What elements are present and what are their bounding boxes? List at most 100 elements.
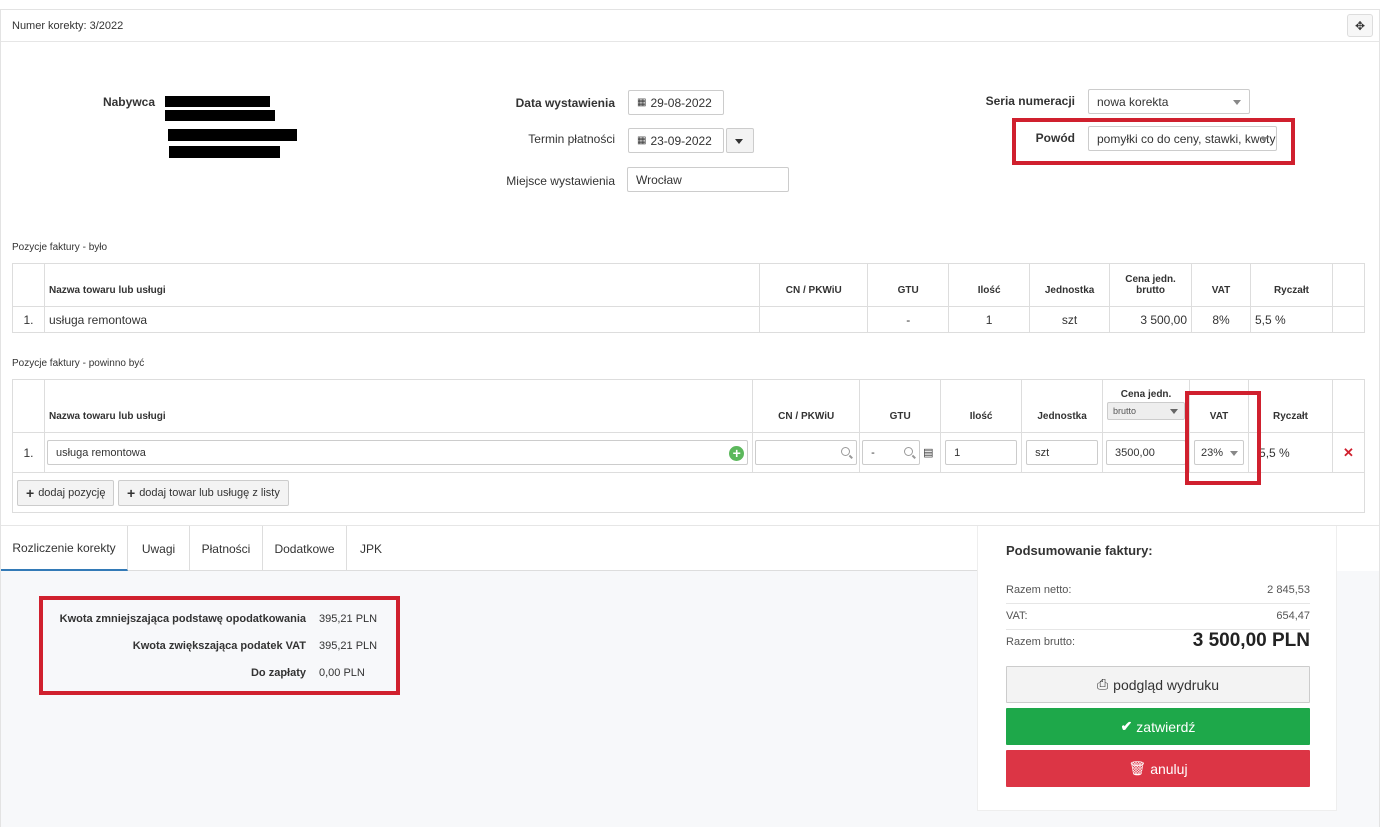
add-circle-icon[interactable]: +	[729, 446, 745, 461]
correction-number-title: Numer korekty: 3/2022	[12, 20, 124, 32]
add-from-list-label: dodaj towar lub usługę z listy	[139, 487, 280, 499]
col-price: Cena jedn. brutto	[1109, 263, 1193, 307]
reason-select[interactable]: pomyłki co do ceny, stawki, kwoty	[1088, 126, 1277, 151]
redacted-buyer-line	[165, 96, 270, 107]
tab-jpk[interactable]: JPK	[347, 526, 395, 571]
unit-input[interactable]: szt	[1026, 440, 1099, 465]
price-type-select[interactable]: brutto	[1107, 402, 1186, 420]
col-name: Nazwa towaru lub usługi	[43, 379, 754, 433]
due-date-input[interactable]: ▦ 23-09-2022	[628, 128, 724, 153]
row-price-cell: 3500,00	[1102, 432, 1191, 473]
col-cn: CN / PKWiU	[759, 263, 869, 307]
tab-additional[interactable]: Dodatkowe	[263, 526, 347, 571]
gtu-search-input[interactable]: -	[862, 440, 921, 465]
add-position-button[interactable]: + dodaj pozycję	[17, 480, 115, 506]
row-name: usługa remontowa	[43, 306, 761, 333]
tab-payments[interactable]: Płatności	[190, 526, 263, 571]
should-section-title: Pozycje faktury - powinno być	[12, 358, 145, 369]
table-row: 1. usługa remontowa - 1 szt 3 500,00 8% …	[12, 306, 1366, 333]
settlement-label: Kwota zmniejszająca podstawę opodatkowan…	[59, 613, 306, 625]
col-no	[12, 263, 45, 307]
tab-settlement[interactable]: Rozliczenie korekty	[1, 526, 128, 571]
col-cn: CN / PKWiU	[752, 379, 861, 433]
reason-label: Powód	[1035, 131, 1075, 145]
settlement-value: 395,21 PLN	[319, 640, 378, 652]
delete-icon[interactable]: ✕	[1343, 445, 1354, 460]
confirm-label: zatwierdź	[1136, 718, 1196, 735]
row-name-cell: usługa remontowa +	[43, 432, 754, 473]
place-input[interactable]: Wrocław	[627, 167, 789, 192]
price-type-value: brutto	[1113, 406, 1137, 416]
form-header: Numer korekty: 3/2022 ✥	[1, 10, 1379, 42]
row-flat: 5,5 %	[1249, 306, 1333, 333]
calendar-icon: ▦	[637, 135, 647, 146]
print-preview-label: podgląd wydruku	[1113, 676, 1220, 693]
summary-title: Podsumowanie faktury:	[1006, 543, 1153, 558]
plus-icon: +	[127, 485, 136, 501]
series-value: nowa korekta	[1097, 94, 1169, 109]
summary-gross-row: Razem brutto: 3 500,00 PLN	[1006, 630, 1310, 651]
col-gtu: GTU	[859, 379, 942, 433]
settlement-label: Do zapłaty	[250, 667, 306, 679]
row-unit-cell: szt	[1021, 432, 1104, 473]
issue-date-label: Data wystawienia	[515, 96, 615, 110]
item-name-value: usługa remontowa	[55, 446, 146, 459]
col-price: Cena jedn. brutto	[1102, 379, 1191, 433]
summary-net-row: Razem netto: 2 845,53	[1006, 584, 1310, 596]
settlement-value: 0,00 PLN	[319, 667, 365, 679]
vat-highlight	[1185, 391, 1261, 485]
search-icon	[904, 447, 914, 456]
item-name-input[interactable]: usługa remontowa +	[46, 440, 749, 465]
move-button[interactable]: ✥	[1347, 14, 1373, 37]
list-icon[interactable]: ▤	[923, 446, 933, 459]
row-cn-cell	[752, 432, 861, 473]
add-from-list-button[interactable]: + dodaj towar lub usługę z listy	[118, 480, 289, 506]
row-no: 1.	[12, 306, 45, 333]
add-position-label: dodaj pozycję	[38, 487, 106, 499]
vat-value: 654,47	[1276, 610, 1310, 622]
place-label: Miejsce wystawienia	[506, 174, 615, 188]
cancel-button[interactable]: 🗑 anuluj	[1006, 750, 1310, 787]
plus-icon: +	[26, 485, 35, 501]
settlement-label: Kwota zwiększająca podatek VAT	[132, 640, 306, 652]
chevron-down-icon	[1233, 100, 1241, 105]
col-flat: Ryczałt	[1248, 379, 1333, 433]
calendar-icon: ▦	[637, 97, 647, 108]
issue-date-input[interactable]: ▦ 29-08-2022	[628, 90, 724, 115]
check-icon: ✔	[1120, 718, 1133, 734]
row-vat: 8%	[1191, 306, 1251, 333]
col-name: Nazwa towaru lub usługi	[43, 263, 761, 307]
col-vat: VAT	[1191, 263, 1251, 307]
was-table: Nazwa towaru lub usługi CN / PKWiU GTU I…	[12, 263, 1366, 333]
buyer-label: Nabywca	[102, 95, 155, 109]
trash-icon: 🗑	[1128, 760, 1147, 776]
row-qty: 1	[948, 306, 1031, 333]
col-no	[12, 379, 45, 433]
qty-input[interactable]: 1	[945, 440, 1018, 465]
series-label: Seria numeracji	[985, 94, 1075, 108]
gross-label: Razem brutto:	[1006, 636, 1076, 648]
chevron-down-icon	[1170, 409, 1179, 414]
table-row: 1. usługa remontowa + - ▤ 1 szt 3500,00 …	[12, 432, 1366, 473]
due-date-dropdown-button[interactable]	[726, 128, 754, 153]
row-cn	[759, 306, 869, 333]
confirm-button[interactable]: ✔ zatwierdź	[1006, 708, 1310, 745]
series-select[interactable]: nowa korekta	[1088, 89, 1250, 114]
col-qty: Ilość	[948, 263, 1031, 307]
tab-notes[interactable]: Uwagi	[128, 526, 190, 571]
redacted-buyer-line	[169, 146, 280, 158]
cn-search-input[interactable]	[755, 440, 858, 465]
col-unit: Jednostka	[1021, 379, 1104, 433]
print-preview-button[interactable]: ⎙ podgląd wydruku	[1006, 666, 1310, 703]
col-qty: Ilość	[940, 379, 1023, 433]
col-actions	[1331, 263, 1366, 307]
printer-icon: ⎙	[1096, 676, 1109, 692]
vat-label: VAT:	[1006, 610, 1028, 622]
issue-date-value: 29-08-2022	[650, 95, 712, 110]
net-value: 2 845,53	[1267, 584, 1310, 596]
row-qty-cell: 1	[940, 432, 1023, 473]
reason-value: pomyłki co do ceny, stawki, kwoty	[1097, 131, 1276, 146]
col-actions	[1331, 379, 1366, 433]
price-input[interactable]: 3500,00	[1106, 440, 1187, 465]
due-date-label: Termin płatności	[528, 132, 615, 146]
